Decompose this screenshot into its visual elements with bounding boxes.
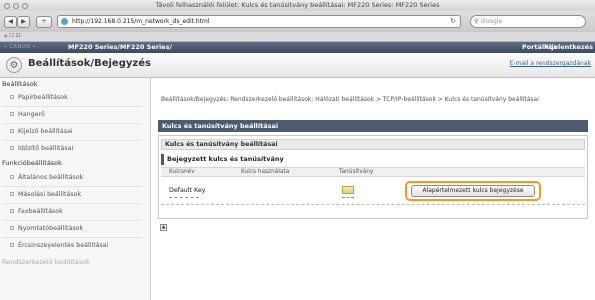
- sidebar-item-label: Időzítő beállításai: [18, 145, 74, 152]
- column-header-key-name: Kulcsnév: [169, 169, 195, 175]
- search-input[interactable]: ⚲ Google: [470, 15, 586, 28]
- search-icon: ⚲: [474, 18, 479, 25]
- sidebar-item-copy[interactable]: Másolási beállítások: [10, 191, 81, 198]
- sidebar: Beállítások Papírbeállítások Hangerő Kij…: [0, 78, 151, 300]
- sidebar-item-timer[interactable]: Időzítő beállításai: [10, 145, 73, 152]
- divider: [2, 140, 142, 141]
- register-default-key-button[interactable]: Alapértelmezett kulcs bejegyzése: [411, 185, 535, 197]
- bookmarks-bar: ⌂ ☐ ☷: [0, 32, 595, 42]
- sidebar-item-label: Másolási beállítások: [18, 191, 82, 198]
- bullet-icon: [10, 226, 14, 230]
- add-bookmark-button[interactable]: +: [36, 16, 52, 28]
- certificate-underline: [342, 197, 354, 198]
- brand-logo: • CANON •: [4, 44, 36, 50]
- sidebar-item-label: Hangerő: [18, 111, 45, 118]
- table-header: Kulcsnév Kulcs használata Tanúsítvány: [161, 167, 585, 177]
- close-window-icon[interactable]: [4, 3, 10, 9]
- bullet-icon: [10, 112, 14, 116]
- bullet-icon: [10, 146, 14, 150]
- sidebar-heading-settings[interactable]: Beállítások: [2, 80, 38, 88]
- bullet-icon: [10, 209, 14, 213]
- key-name-underline: [169, 197, 199, 198]
- sidebar-item-label: Általános beállítások: [18, 174, 84, 181]
- divider: [2, 123, 142, 124]
- column-header-certificate: Tanúsítvány: [339, 169, 374, 175]
- sidebar-item-label: Ércsinszeyelentés beállításai: [18, 242, 109, 249]
- logout-link[interactable]: Kijelentkezés: [544, 42, 593, 53]
- url-text: http://192.168.0.215/m_network_ds_edit.h…: [72, 18, 210, 25]
- sidebar-item-general[interactable]: Általános beállítások: [10, 174, 83, 181]
- sidebar-item-label: Faxbeállítások: [18, 208, 63, 215]
- product-name: MF220 Series/MF220 Series/: [68, 43, 172, 51]
- to-top-icon[interactable]: ▲: [160, 224, 167, 231]
- divider: [2, 237, 142, 238]
- registered-keys-title: Bejegyzett kulcs és tanúsítvány: [161, 154, 426, 165]
- column-header-key-usage: Kulcs használata: [241, 169, 290, 175]
- sidebar-item-paper[interactable]: Papírbeállítások: [10, 94, 68, 101]
- breadcrumb: Beállítások/Bejegyzés: Rendszerkezelő be…: [161, 96, 539, 103]
- address-bar[interactable]: http://192.168.0.215/m_network_ds_edit.h…: [57, 15, 461, 28]
- sidebar-heading-function[interactable]: Funkcióbeállítások: [2, 159, 62, 167]
- bullet-icon: [10, 175, 14, 179]
- zoom-window-icon[interactable]: [22, 3, 28, 9]
- sidebar-item-label: Papírbeállítások: [18, 94, 68, 101]
- browser-toolbar: ◀ ▶ + http://192.168.0.215/m_network_ds_…: [0, 11, 595, 33]
- window-titlebar: Távoli felhasználói felület: Kulcs és ta…: [0, 0, 595, 11]
- bullet-icon: [10, 192, 14, 196]
- row-divider: [161, 204, 585, 205]
- bullet-icon: [10, 243, 14, 247]
- bullet-icon: [10, 95, 14, 99]
- sidebar-item-receive[interactable]: Ércsinszeyelentés beállításai: [10, 242, 108, 249]
- back-button[interactable]: ◀: [4, 16, 17, 28]
- bookmarks-icons[interactable]: ⌂ ☐ ☷: [4, 33, 21, 39]
- divider: [2, 106, 142, 107]
- forward-button[interactable]: ▶: [17, 16, 30, 28]
- sidebar-item-fax[interactable]: Faxbeállítások: [10, 208, 63, 215]
- search-placeholder: Google: [481, 18, 503, 25]
- page-header: ⚙ Beállítások/Bejegyzés E-mail a rendsze…: [0, 53, 595, 78]
- app-header-bar: • CANON • MF220 Series/MF220 Series/ Por…: [0, 42, 595, 53]
- settings-gear-icon: ⚙: [6, 57, 22, 73]
- bullet-icon: [10, 129, 14, 133]
- window-title: Távoli felhasználói felület: Kulcs és ta…: [155, 1, 440, 9]
- main-content: Beállítások/Bejegyzés: Rendszerkezelő be…: [151, 78, 595, 300]
- sidebar-item-label: Nyomtatóbeállítások: [18, 225, 84, 232]
- mail-admin-link[interactable]: E-mail a rendszergazdának: [510, 60, 591, 67]
- sidebar-heading-admin[interactable]: Rendszerkezelő beállítások: [2, 258, 90, 266]
- section-title: Kulcs és tanúsítvány beállításai: [158, 120, 588, 132]
- certificate-icon[interactable]: [342, 186, 354, 194]
- page-title: Beállítások/Bejegyzés: [28, 58, 151, 69]
- minimize-window-icon[interactable]: [13, 3, 19, 9]
- key-name-link[interactable]: Default Key: [169, 187, 205, 194]
- reload-icon[interactable]: ↻: [450, 16, 456, 27]
- sidebar-item-label: Kijelző beállításai: [18, 128, 73, 135]
- divider: [2, 203, 142, 204]
- settings-box: Kulcs és tanúsítvány beállításai Bejegyz…: [158, 135, 588, 219]
- divider: [2, 220, 142, 221]
- table-row: Default Key Alapértelmezett kulcs bejegy…: [161, 178, 585, 202]
- sidebar-item-display[interactable]: Kijelző beállításai: [10, 128, 73, 135]
- sidebar-item-volume[interactable]: Hangerő: [10, 111, 45, 118]
- divider: [2, 186, 142, 187]
- site-icon: [61, 18, 68, 25]
- sidebar-item-printer[interactable]: Nyomtatóbeállítások: [10, 225, 83, 232]
- subsection-title: Kulcs és tanúsítvány beállításai: [161, 139, 585, 150]
